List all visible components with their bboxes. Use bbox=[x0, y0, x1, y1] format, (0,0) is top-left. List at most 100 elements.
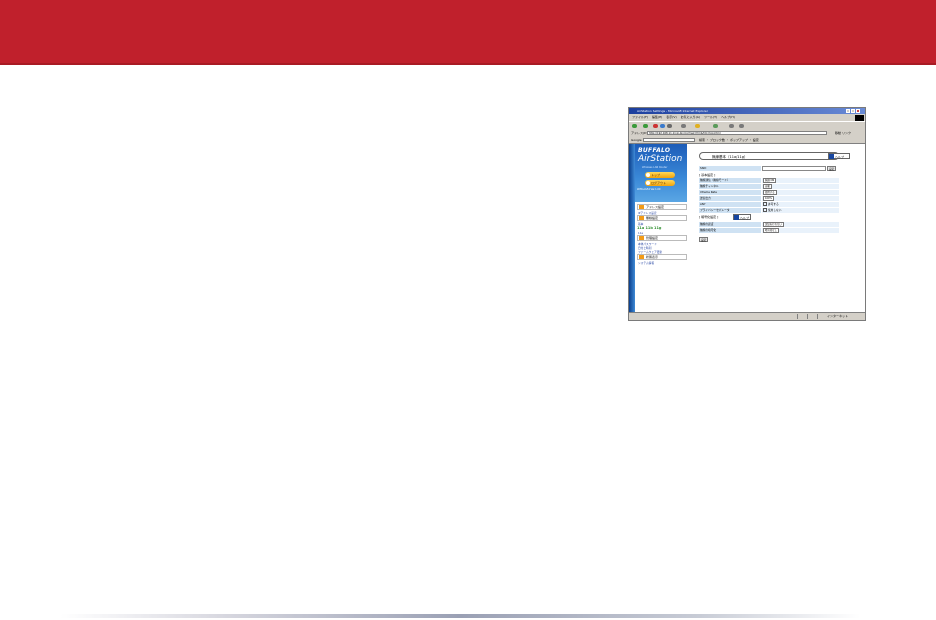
nav-arrow-icon bbox=[639, 216, 644, 220]
browser-screenshot: AirStation Settings - Microsoft Internet… bbox=[628, 107, 866, 321]
menu-favorites[interactable]: お気に入り(A) bbox=[681, 115, 700, 119]
setting-value-cell: 許可する bbox=[762, 202, 839, 207]
media-icon[interactable] bbox=[713, 124, 718, 128]
favorites-icon[interactable] bbox=[695, 124, 700, 128]
menu-edit[interactable]: 編集(E) bbox=[652, 115, 662, 119]
setting-value-cell: 無線 ON bbox=[762, 178, 839, 183]
setting-select[interactable]: 暗号化なし bbox=[763, 228, 779, 233]
setting-value: 使用しない bbox=[768, 208, 782, 212]
ssid-set-button[interactable]: 設定 bbox=[827, 166, 837, 171]
security-help-button[interactable]: ヘルプ bbox=[733, 214, 751, 220]
sidebar-nav: アドレス設定 IPアドレス設定 無線設定 基本 11a 11b 11g 11a … bbox=[637, 204, 687, 265]
setting-select[interactable]: 100% bbox=[763, 196, 774, 201]
setting-value-cell: 認証を行わない bbox=[762, 222, 839, 227]
google-toolbar: Google 検索 ・ ブロック数 ・ ポップアップ ・ 設定 bbox=[629, 137, 865, 144]
refresh-icon[interactable] bbox=[660, 124, 665, 128]
setting-row: Xtreme Rate 使用する bbox=[699, 190, 839, 195]
menu-tools[interactable]: ツール(T) bbox=[704, 115, 717, 119]
nav-head-label: 状態表示 bbox=[646, 255, 659, 259]
setting-select[interactable]: 使用する bbox=[763, 190, 777, 195]
menu-view[interactable]: 表示(V) bbox=[666, 115, 676, 119]
setting-row: 無線の暗号化 暗号化なし bbox=[699, 228, 839, 233]
footer-gradient-bar bbox=[60, 614, 860, 618]
setting-label: Xtreme Rate bbox=[699, 190, 761, 195]
top-arrow-icon bbox=[646, 173, 650, 177]
setting-checkbox[interactable] bbox=[763, 208, 767, 212]
print-icon[interactable] bbox=[739, 124, 744, 128]
nav-head-label: アドレス設定 bbox=[646, 205, 665, 209]
maximize-icon[interactable] bbox=[851, 109, 855, 113]
setting-label: プライバシーセパレータ bbox=[699, 208, 761, 213]
help-label: ヘルプ bbox=[740, 216, 750, 220]
forward-icon[interactable] bbox=[643, 124, 648, 128]
product-subtitle: Wireless LAN Router bbox=[642, 166, 668, 169]
setting-checkbox[interactable] bbox=[763, 202, 767, 206]
window-title: AirStation Settings - Microsoft Internet… bbox=[637, 109, 708, 113]
nav-arrow-icon bbox=[639, 236, 644, 240]
search-icon[interactable] bbox=[681, 124, 686, 128]
brand-logo: BUFFALO bbox=[638, 147, 671, 154]
close-icon[interactable] bbox=[856, 109, 860, 113]
browser-toolbar bbox=[629, 121, 865, 130]
setting-value-cell: 使用する bbox=[762, 190, 839, 195]
setting-label: 無線チャンネル bbox=[699, 184, 761, 189]
ssid-label: SSID bbox=[699, 166, 761, 171]
title-banner bbox=[0, 0, 936, 65]
google-toolbar-items[interactable]: 検索 ・ ブロック数 ・ ポップアップ ・ 設定 bbox=[699, 138, 759, 142]
nav-address[interactable]: アドレス設定 bbox=[637, 204, 687, 210]
setting-select[interactable]: 自動 bbox=[763, 184, 772, 189]
setting-select[interactable]: 無線 ON bbox=[763, 178, 777, 183]
menu-help[interactable]: ヘルプ(H) bbox=[721, 115, 735, 119]
nav-arrow-icon bbox=[639, 255, 644, 259]
basic-section-label: [ 基本設定 ] bbox=[699, 173, 716, 177]
nav-link[interactable]: システム情報 bbox=[637, 261, 687, 265]
logout-button[interactable]: ログアウト bbox=[645, 180, 675, 186]
settings-main: 無線基本（11a/11g） ヘルプ SSID 設定 [ 基本設定 ] 無線通信（… bbox=[691, 144, 863, 312]
status-zone: インターネット bbox=[827, 314, 849, 318]
page-content: BUFFALO AirStation Wireless LAN Router ト… bbox=[629, 144, 865, 312]
brand-panel: BUFFALO AirStation Wireless LAN Router ト… bbox=[635, 144, 687, 202]
setting-label: ANY bbox=[699, 202, 761, 207]
setting-select[interactable]: 認証を行わない bbox=[763, 222, 784, 227]
setting-value-cell: 使用しない bbox=[762, 208, 839, 213]
google-label: Google bbox=[631, 138, 642, 142]
ssid-input[interactable] bbox=[762, 166, 826, 171]
setting-label: 送信出力 bbox=[699, 196, 761, 201]
setting-label: 無線通信（無線モード） bbox=[699, 178, 761, 183]
stop-icon[interactable] bbox=[653, 124, 658, 128]
mail-icon[interactable] bbox=[729, 124, 734, 128]
address-label: アドレス(D) bbox=[631, 131, 648, 135]
nav-head-label: 無線設定 bbox=[646, 216, 659, 220]
setting-row: プライバシーセパレータ 使用しない bbox=[699, 208, 839, 213]
minimize-icon[interactable] bbox=[846, 109, 850, 113]
go-button[interactable]: 移動 リンク bbox=[835, 131, 863, 135]
nav-head-label: 管理設定 bbox=[646, 236, 659, 240]
address-input[interactable]: http://192.168.11.1/cgi-bin/cgi?req=frm&… bbox=[647, 131, 827, 135]
help-button[interactable]: ヘルプ bbox=[828, 153, 850, 159]
logout-button-label: ログアウト bbox=[651, 181, 667, 185]
home-icon[interactable] bbox=[667, 124, 672, 128]
menu-file[interactable]: ファイル(F) bbox=[632, 115, 648, 119]
top-button-label: トップ bbox=[651, 173, 661, 177]
nav-wireless[interactable]: 無線設定 bbox=[637, 215, 687, 221]
menu-bar: ファイル(F) 編集(E) 表示(V) お気に入り(A) ツール(T) ヘルプ(… bbox=[629, 114, 865, 120]
ssid-row: SSID bbox=[699, 166, 839, 171]
help-icon bbox=[734, 215, 739, 220]
back-icon[interactable] bbox=[632, 124, 637, 128]
nav-status[interactable]: 状態表示 bbox=[637, 254, 687, 260]
apply-button[interactable]: 設定 bbox=[699, 237, 709, 242]
top-button[interactable]: トップ bbox=[645, 172, 675, 178]
setting-value-cell: 暗号化なし bbox=[762, 228, 839, 233]
status-segment bbox=[807, 314, 816, 319]
help-label: ヘルプ bbox=[835, 155, 845, 159]
help-icon bbox=[829, 154, 834, 159]
product-name: AirStation bbox=[638, 154, 683, 164]
nav-arrow-icon bbox=[639, 205, 644, 209]
google-search-input[interactable] bbox=[643, 138, 695, 142]
address-bar: アドレス(D) http://192.168.11.1/cgi-bin/cgi?… bbox=[629, 130, 865, 136]
setting-label: 無線の認証 bbox=[699, 222, 761, 227]
setting-value-cell: 自動 bbox=[762, 184, 839, 189]
nav-management[interactable]: 管理設定 bbox=[637, 235, 687, 241]
status-bar: インターネット bbox=[629, 312, 865, 320]
status-segment bbox=[817, 314, 826, 319]
